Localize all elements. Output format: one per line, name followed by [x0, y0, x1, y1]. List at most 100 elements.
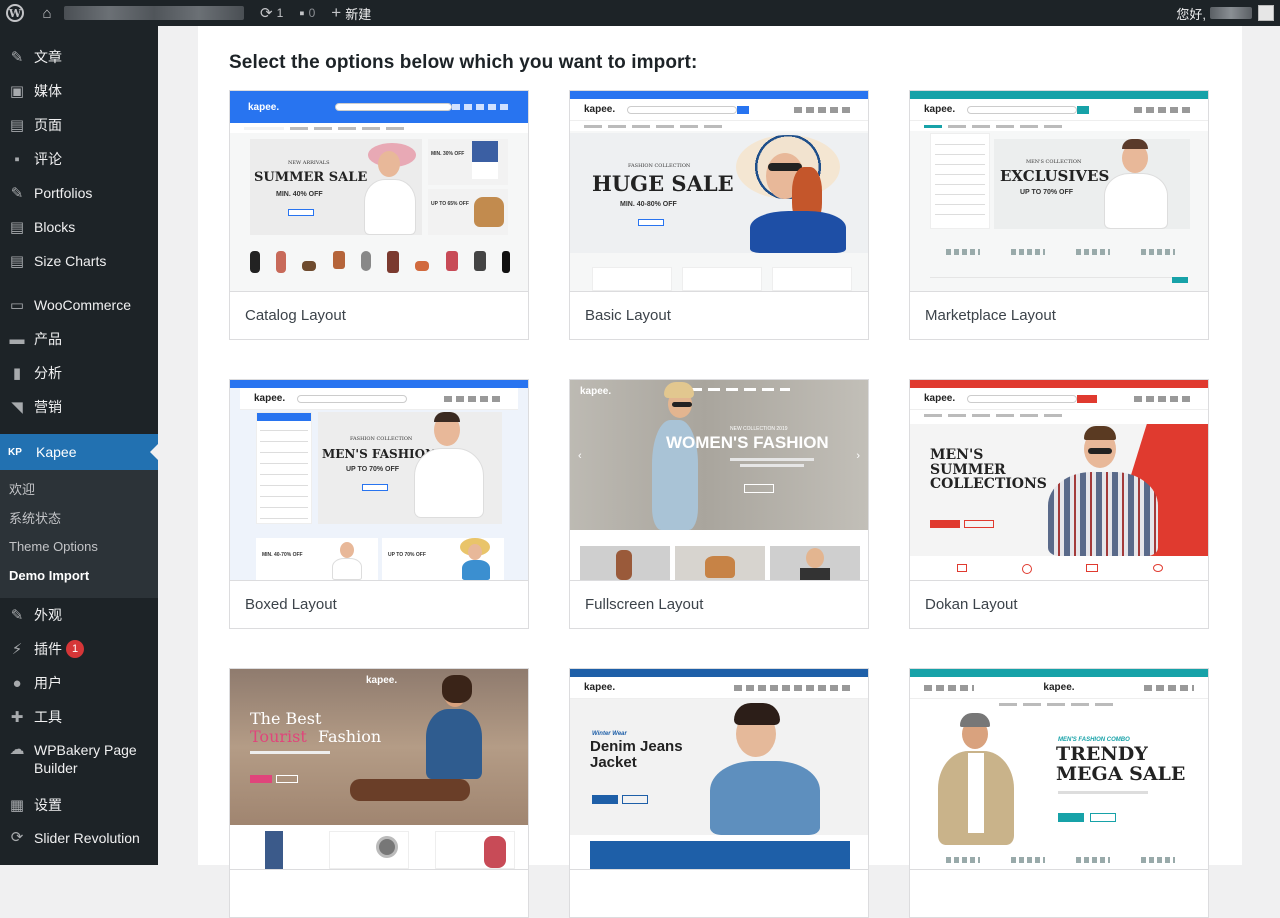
new-content-button[interactable]: + 新建 [323, 0, 379, 26]
sidebar-item-wpbakery-page-builder[interactable]: ☁ WPBakery Page Builder [0, 734, 158, 788]
update-count-badge: 1 [66, 640, 84, 658]
sidebar-item-label: 页面 [34, 117, 62, 133]
submenu-item-3[interactable]: Demo Import [0, 562, 158, 591]
sidebar-item-menu-mid-1[interactable]: ▬ 产品 [0, 322, 158, 356]
layout-name [910, 869, 1208, 917]
layout-card-dokan[interactable]: kapee. MEN'S SUMMER COLLECTIONS Dokan La… [909, 379, 1209, 629]
sidebar-item-label: 工具 [34, 709, 62, 725]
preview-hero-title: Denim Jeans Jacket [590, 738, 683, 771]
preview-logo: kapee. [584, 104, 616, 115]
sidebar-item-label: Kapee [36, 444, 77, 460]
layout-name: Marketplace Layout [910, 291, 1208, 339]
sidebar-item-menu-top-1[interactable]: ▣ 媒体 [0, 74, 158, 108]
megaphone-icon: ◥ [11, 399, 23, 416]
preview-hero-subtitle: MIN. 40-80% OFF [620, 201, 677, 208]
sidebar-item-label: WooCommerce [34, 297, 131, 313]
sidebar-item-menu-bottom-5[interactable]: ▦ 设置 [0, 788, 158, 822]
preview-logo: kapee. [1043, 682, 1075, 693]
layout-name: Fullscreen Layout [570, 580, 868, 628]
updates-button[interactable]: ⟳ 1 [252, 0, 291, 26]
document-icon: ▤ [9, 253, 25, 270]
sidebar-item-menu-bottom-1[interactable]: ⚡ 插件 1 [0, 632, 158, 666]
layout-card-catalog[interactable]: kapee. NEW ARRIVALS SUMMER SALE MIN. 40%… [229, 90, 529, 340]
layout-preview-image: kapee. NEW COLLECTION 2019 WOMEN'S FASHI… [570, 380, 868, 580]
sidebar-item-label: 评论 [34, 151, 62, 167]
preview-hero-subtitle: MIN. 40% OFF [276, 191, 323, 198]
layout-name: Boxed Layout [230, 580, 528, 628]
preview-hero-subtitle: UP TO 70% OFF [346, 466, 400, 473]
sidebar-item-blocks[interactable]: ▤ Blocks [0, 210, 158, 244]
preview-hero-title: WOMEN'S FASHION [666, 433, 829, 452]
sidebar-item-menu-bottom-2[interactable]: ● 用户 [0, 666, 158, 700]
layout-name: Dokan Layout [910, 580, 1208, 628]
layout-card-tourist[interactable]: kapee. The Best Tourist Fashion [229, 668, 529, 918]
preview-logo: kapee. [580, 386, 612, 397]
bar-chart-icon: ▮ [12, 365, 22, 382]
sidebar-item-label: Portfolios [34, 185, 93, 201]
woo-icon: ▭ [9, 297, 25, 314]
sidebar-item-menu-top-0[interactable]: ✎ 文章 [0, 40, 158, 74]
sidebar-item-label: 外观 [34, 607, 62, 623]
sidebar-item-label: 媒体 [34, 83, 62, 99]
preview-hero-title-end: Fashion [318, 727, 382, 746]
user-icon: ● [12, 674, 22, 692]
layout-card-basic[interactable]: kapee. FASHION COLLECTION HUGE SALE MIN.… [569, 90, 869, 340]
submenu-item-2[interactable]: Theme Options [0, 533, 158, 562]
layout-name: Basic Layout [570, 291, 868, 339]
comments-count: 0 [308, 6, 316, 20]
sidebar-item-menu-mid-3[interactable]: ◥ 营销 [0, 390, 158, 424]
sidebar-item-kapee[interactable]: KP Kapee [0, 434, 158, 470]
sidebar-item-label: 营销 [34, 399, 62, 415]
preview-hero-kicker: NEW COLLECTION 2019 [730, 426, 788, 432]
sidebar-item-menu-bottom-3[interactable]: ✚ 工具 [0, 700, 158, 734]
submenu-item-0[interactable]: 欢迎 [0, 476, 158, 505]
sidebar-item-label: 文章 [34, 49, 62, 65]
user-account[interactable]: 您好, [1176, 4, 1280, 23]
layout-card-marketplace[interactable]: kapee. MEN'S COLLECTION EXCLUSIVES UP TO… [909, 90, 1209, 340]
sidebar-item-menu-bottom-0[interactable]: ✎ 外观 [0, 598, 158, 632]
preview-logo: kapee. [924, 104, 956, 115]
sidebar-item-label: 分析 [34, 365, 62, 381]
layout-preview-image: kapee. MEN'S COLLECTION EXCLUSIVES UP TO… [910, 91, 1208, 291]
home-icon[interactable]: ⌂ [30, 0, 64, 26]
sidebar-item-size-charts[interactable]: ▤ Size Charts [0, 244, 158, 278]
wordpress-logo-icon[interactable]: W [0, 0, 30, 26]
kapee-logo-icon: KP [8, 446, 22, 458]
preview-hero-kicker: MEN'S COLLECTION [1026, 159, 1082, 165]
comments-button[interactable]: ▪ 0 [291, 0, 323, 26]
pin-icon: ✎ [10, 49, 24, 66]
layout-card-boxed[interactable]: kapee. FASHION COLLECTION MEN'S FASHION … [229, 379, 529, 629]
preview-logo: kapee. [248, 101, 280, 113]
layout-name: Catalog Layout [230, 291, 528, 339]
preview-hero-kicker: NEW ARRIVALS [288, 160, 330, 166]
page-title: Select the options below which you want … [229, 52, 698, 73]
settings-icon: ▦ [9, 797, 25, 814]
greeting-text: 您好, [1176, 6, 1206, 22]
preview-hero-title-accent: Tourist [250, 727, 307, 746]
comment-icon: ▪ [299, 4, 305, 22]
layout-name [230, 869, 528, 917]
sidebar-item-slider-revolution[interactable]: ⟳ Slider Revolution [0, 822, 158, 865]
layout-card-trendy[interactable]: kapee. MEN'S FASHION COMBO TRENDY MEGA S… [909, 668, 1209, 918]
refresh-icon: ⟳ [10, 829, 24, 846]
kapee-submenu: 欢迎 系统状态 Theme Options Demo Import [0, 470, 158, 598]
site-name[interactable] [64, 6, 244, 20]
sidebar-item-label: Size Charts [34, 253, 107, 269]
layout-card-fullscreen[interactable]: kapee. NEW COLLECTION 2019 WOMEN'S FASHI… [569, 379, 869, 629]
sidebar-item-woocommerce[interactable]: ▭ WooCommerce [0, 288, 158, 322]
layout-name [570, 869, 868, 917]
sidebar-item-label: 设置 [34, 797, 62, 813]
sidebar-item-portfolios[interactable]: ✎ Portfolios [0, 176, 158, 210]
plus-icon: + [331, 3, 342, 22]
preview-hero-title: HUGE SALE [592, 171, 734, 196]
sidebar-item-menu-top-3[interactable]: ▪ 评论 [0, 142, 158, 176]
submenu-item-1[interactable]: 系统状态 [0, 505, 158, 534]
sidebar-item-menu-top-2[interactable]: ▤ 页面 [0, 108, 158, 142]
preview-hero-subtitle: UP TO 70% OFF [1020, 189, 1074, 196]
layout-preview-image: kapee. FASHION COLLECTION HUGE SALE MIN.… [570, 91, 868, 291]
sidebar-item-label: Slider Revolution [34, 830, 140, 846]
sidebar-item-menu-mid-2[interactable]: ▮ 分析 [0, 356, 158, 390]
preview-logo: kapee. [924, 393, 956, 404]
demo-import-panel: Select the options below which you want … [198, 26, 1242, 918]
layout-card-denim[interactable]: kapee. Winter Wear Denim Jeans Jacket [569, 668, 869, 918]
